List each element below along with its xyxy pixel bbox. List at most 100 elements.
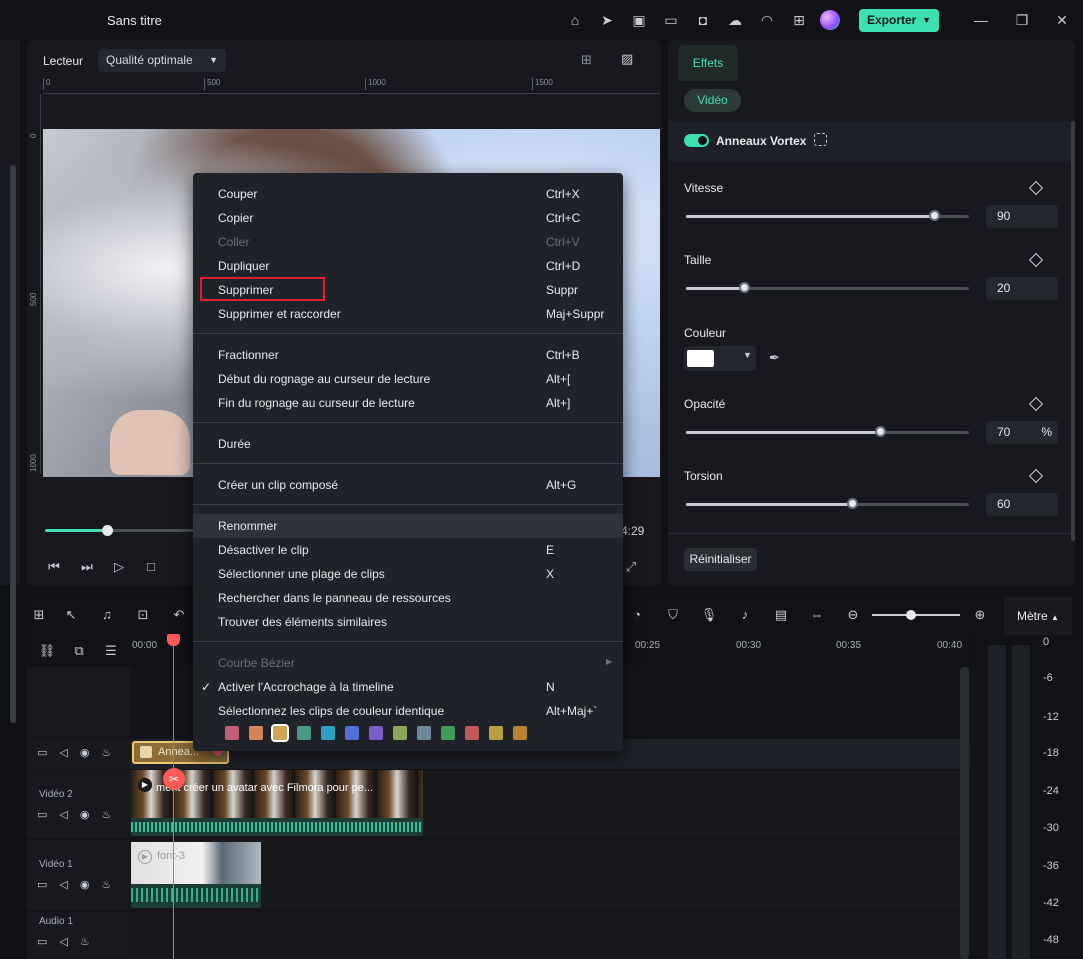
track-controls[interactable]: ▭◁◉♨	[37, 808, 123, 821]
track-controls[interactable]: ▭◁◉♨	[37, 746, 123, 759]
gift-icon[interactable]: ⌂	[566, 11, 584, 29]
color-label-swatch[interactable]	[297, 726, 311, 740]
param-value-field[interactable]: 60	[986, 493, 1058, 516]
param-slider-fill	[686, 215, 935, 218]
playhead-line[interactable]	[173, 634, 174, 959]
minimize-icon[interactable]: —	[971, 10, 991, 30]
fit-icon[interactable]: ⇔	[808, 606, 826, 624]
playhead-handle[interactable]	[167, 634, 180, 646]
video-clip-label: font-3	[157, 850, 186, 862]
track-settings-icon[interactable]: ☰	[102, 642, 120, 660]
track-controls[interactable]: ▭◁◉♨	[37, 878, 123, 891]
shield-icon[interactable]: ⛉	[664, 606, 682, 624]
param-slider-thumb[interactable]	[847, 498, 858, 509]
timeline-scrollbar[interactable]	[960, 667, 969, 959]
undo-icon[interactable]: ↶	[170, 606, 188, 624]
menu-item-snapping[interactable]: Activer l'Accrochage à la timeline N	[193, 675, 623, 699]
color-label-swatch[interactable]	[417, 726, 431, 740]
color-label-swatch[interactable]	[465, 726, 479, 740]
cloud-upload-icon[interactable]: ☁	[726, 11, 744, 29]
export-button[interactable]: Exporter ▼	[859, 9, 939, 32]
avatar[interactable]	[820, 10, 840, 30]
menu-item-ripple-delete[interactable]: Supprimer et raccorder Maj+Suppr	[193, 302, 623, 326]
save-icon[interactable]: ◘	[694, 11, 712, 29]
param-slider-thumb[interactable]	[929, 210, 940, 221]
unlink-icon[interactable]: ⛓	[38, 642, 56, 660]
menu-item-cut[interactable]: Couper Ctrl+X	[193, 182, 623, 206]
close-icon[interactable]: ✕	[1052, 10, 1072, 30]
next-frame-icon[interactable]: ⏭	[79, 559, 95, 575]
fullscreen-icon[interactable]: ⤢	[623, 559, 639, 575]
effect-enable-toggle[interactable]	[684, 134, 709, 147]
music-list-icon[interactable]: ♪	[736, 606, 754, 624]
zoom-out-icon[interactable]: ⊖	[844, 606, 862, 624]
caret-up-icon: ▲	[1051, 613, 1059, 622]
microphone-icon[interactable]: 🎙	[700, 606, 718, 624]
zoom-slider-track[interactable]	[872, 614, 960, 616]
link-icon[interactable]: ⧉	[70, 642, 88, 660]
param-value-field[interactable]: 20	[986, 277, 1058, 300]
playback-progress-thumb[interactable]	[102, 525, 113, 536]
color-label-swatch[interactable]	[441, 726, 455, 740]
menu-item-trim-end[interactable]: Fin du rognage au curseur de lecture Alt+…	[193, 391, 623, 415]
param-label: Taille	[684, 253, 712, 267]
clipboard-icon[interactable]: ▣	[630, 11, 648, 29]
tab-effects[interactable]: Effets	[678, 45, 738, 81]
track-controls[interactable]: ▭◁♨	[37, 935, 102, 948]
color-label-swatch[interactable]	[321, 726, 335, 740]
send-icon[interactable]: ➤	[598, 11, 616, 29]
prev-frame-icon[interactable]: ⏮	[46, 559, 62, 575]
zoom-slider-thumb[interactable]	[906, 610, 916, 620]
menu-item-find-similar[interactable]: Trouver des éléments similaires	[193, 610, 623, 634]
color-label-swatch[interactable]	[369, 726, 383, 740]
color-label-swatch[interactable]	[513, 726, 527, 740]
left-scrollbar[interactable]	[10, 165, 16, 723]
param-value-field[interactable]: 70%	[986, 421, 1058, 444]
layout-grid-icon[interactable]: ⊞	[30, 606, 48, 624]
quality-select[interactable]: Qualité optimale ▼	[98, 49, 226, 72]
color-label-swatch[interactable]	[249, 726, 263, 740]
param-slider-thumb[interactable]	[875, 426, 886, 437]
effect-name: Anneaux Vortex	[716, 134, 807, 148]
color-label: Couleur	[684, 326, 727, 340]
menu-item-find-in-resources[interactable]: Rechercher dans le panneau de ressources	[193, 586, 623, 610]
menu-item-disable-clip[interactable]: Désactiver le clip E	[193, 538, 623, 562]
image-icon[interactable]: ▨	[621, 51, 641, 67]
stop-icon[interactable]: □	[143, 559, 159, 575]
audio-icon[interactable]: ♫	[98, 606, 116, 624]
speed-icon[interactable]: ◔	[628, 606, 646, 624]
reset-button[interactable]: Réinitialiser	[684, 548, 757, 571]
color-label-swatch[interactable]	[489, 726, 503, 740]
param-label: Opacité	[684, 397, 726, 411]
crop-icon[interactable]: ⊡	[134, 606, 152, 624]
param-slider-thumb[interactable]	[739, 282, 750, 293]
scissors-icon[interactable]: ✂	[163, 768, 185, 790]
menu-item-copy[interactable]: Copier Ctrl+C	[193, 206, 623, 230]
menu-item-duration[interactable]: Durée	[193, 432, 623, 456]
color-label-swatch[interactable]	[271, 724, 289, 742]
color-label-swatch[interactable]	[225, 726, 239, 740]
headset-icon[interactable]: ◠	[758, 11, 776, 29]
color-label-swatch[interactable]	[345, 726, 359, 740]
preview-icon[interactable]: ▤	[772, 606, 790, 624]
meter-tab[interactable]: Mètre ▲	[1004, 597, 1072, 635]
layout-icon[interactable]: ▭	[662, 11, 680, 29]
menu-item-select-same-color[interactable]: Sélectionnez les clips de couleur identi…	[193, 699, 623, 723]
play-icon[interactable]: ▷	[111, 559, 127, 575]
maximize-icon[interactable]: ❐	[1012, 10, 1032, 30]
grid-view-icon[interactable]: ⊞	[581, 52, 601, 68]
zoom-in-icon[interactable]: ⊕	[971, 606, 989, 624]
grid-apps-icon[interactable]: ⊞	[790, 11, 808, 29]
effects-scrollbar[interactable]	[1071, 121, 1075, 541]
param-value-field[interactable]: 90	[986, 205, 1058, 228]
menu-item-trim-start[interactable]: Début du rognage au curseur de lecture Al…	[193, 367, 623, 391]
eyedropper-icon[interactable]: ✒	[769, 350, 780, 366]
menu-item-rename[interactable]: Renommer	[193, 514, 623, 538]
menu-item-select-range[interactable]: Sélectionner une plage de clips X	[193, 562, 623, 586]
menu-item-compound-clip[interactable]: Créer un clip composé Alt+G	[193, 473, 623, 497]
select-tool-icon[interactable]: ↖	[62, 606, 80, 624]
color-label-swatch[interactable]	[393, 726, 407, 740]
filter-video[interactable]: Vidéo	[684, 89, 741, 112]
menu-item-duplicate[interactable]: Dupliquer Ctrl+D	[193, 254, 623, 278]
menu-item-split[interactable]: Fractionner Ctrl+B	[193, 343, 623, 367]
